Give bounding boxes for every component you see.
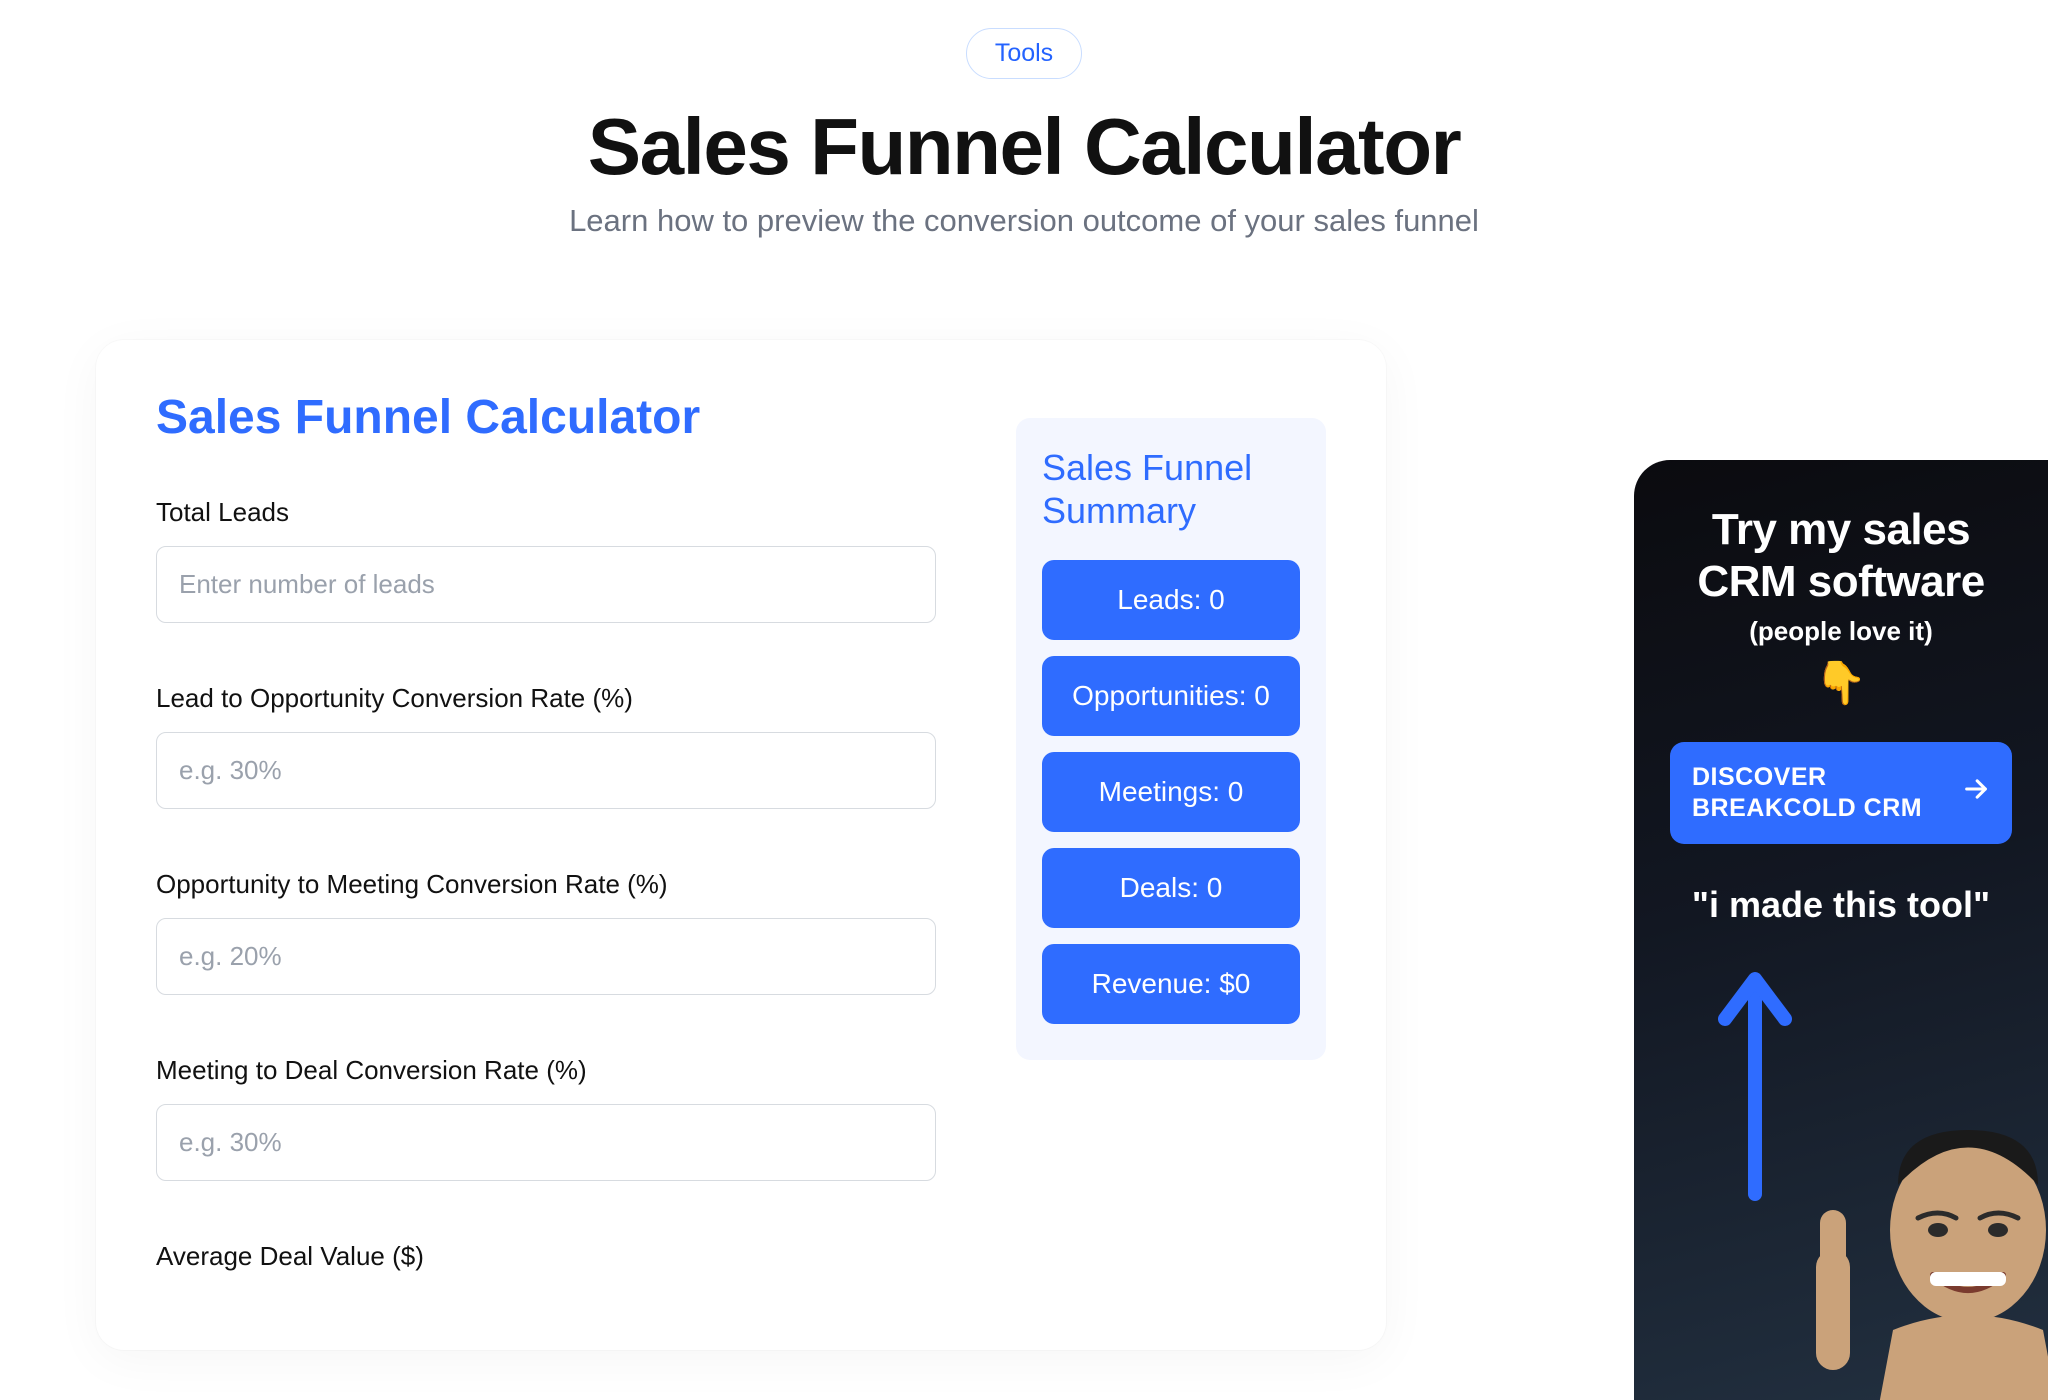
form-column: Sales Funnel Calculator Total Leads Lead… [156, 390, 936, 1290]
tools-badge[interactable]: Tools [966, 28, 1082, 79]
arrow-right-icon [1962, 775, 1990, 811]
summary-title: Sales Funnel Summary [1042, 446, 1300, 532]
summary-revenue: Revenue: $0 [1042, 944, 1300, 1024]
label-total-leads: Total Leads [156, 497, 936, 528]
label-meeting-to-deal: Meeting to Deal Conversion Rate (%) [156, 1055, 936, 1086]
promo-quote: "i made this tool" [1670, 884, 2012, 926]
summary-opportunities: Opportunities: 0 [1042, 656, 1300, 736]
input-lead-to-opp[interactable] [156, 732, 936, 809]
point-down-icon: 👇 [1670, 659, 2012, 708]
summary-panel: Sales Funnel Summary Leads: 0 Opportunit… [1016, 418, 1326, 1060]
field-opp-to-meeting: Opportunity to Meeting Conversion Rate (… [156, 869, 936, 995]
summary-deals: Deals: 0 [1042, 848, 1300, 928]
input-opp-to-meeting[interactable] [156, 918, 936, 995]
label-opp-to-meeting: Opportunity to Meeting Conversion Rate (… [156, 869, 936, 900]
promo-sidebar: Try my sales CRM software (people love i… [1634, 460, 2048, 1400]
input-total-leads[interactable] [156, 546, 936, 623]
label-lead-to-opp: Lead to Opportunity Conversion Rate (%) [156, 683, 936, 714]
form-title: Sales Funnel Calculator [156, 390, 936, 445]
summary-leads: Leads: 0 [1042, 560, 1300, 640]
summary-meetings: Meetings: 0 [1042, 752, 1300, 832]
page-subtitle: Learn how to preview the conversion outc… [569, 203, 1479, 239]
promo-sub: (people love it) [1670, 616, 2012, 647]
input-meeting-to-deal[interactable] [156, 1104, 936, 1181]
promo-cta-label: DISCOVER BREAKCOLD CRM [1692, 762, 1948, 825]
field-total-leads: Total Leads [156, 497, 936, 623]
field-avg-deal-value: Average Deal Value ($) [156, 1241, 936, 1272]
calculator-card: Sales Funnel Calculator Total Leads Lead… [96, 340, 1386, 1350]
discover-crm-button[interactable]: DISCOVER BREAKCOLD CRM [1670, 742, 2012, 845]
field-lead-to-opp: Lead to Opportunity Conversion Rate (%) [156, 683, 936, 809]
label-avg-deal-value: Average Deal Value ($) [156, 1241, 936, 1272]
person-illustration [1798, 1090, 2048, 1400]
field-meeting-to-deal: Meeting to Deal Conversion Rate (%) [156, 1055, 936, 1181]
page-title: Sales Funnel Calculator [588, 101, 1460, 193]
promo-headline: Try my sales CRM software [1670, 504, 2012, 608]
